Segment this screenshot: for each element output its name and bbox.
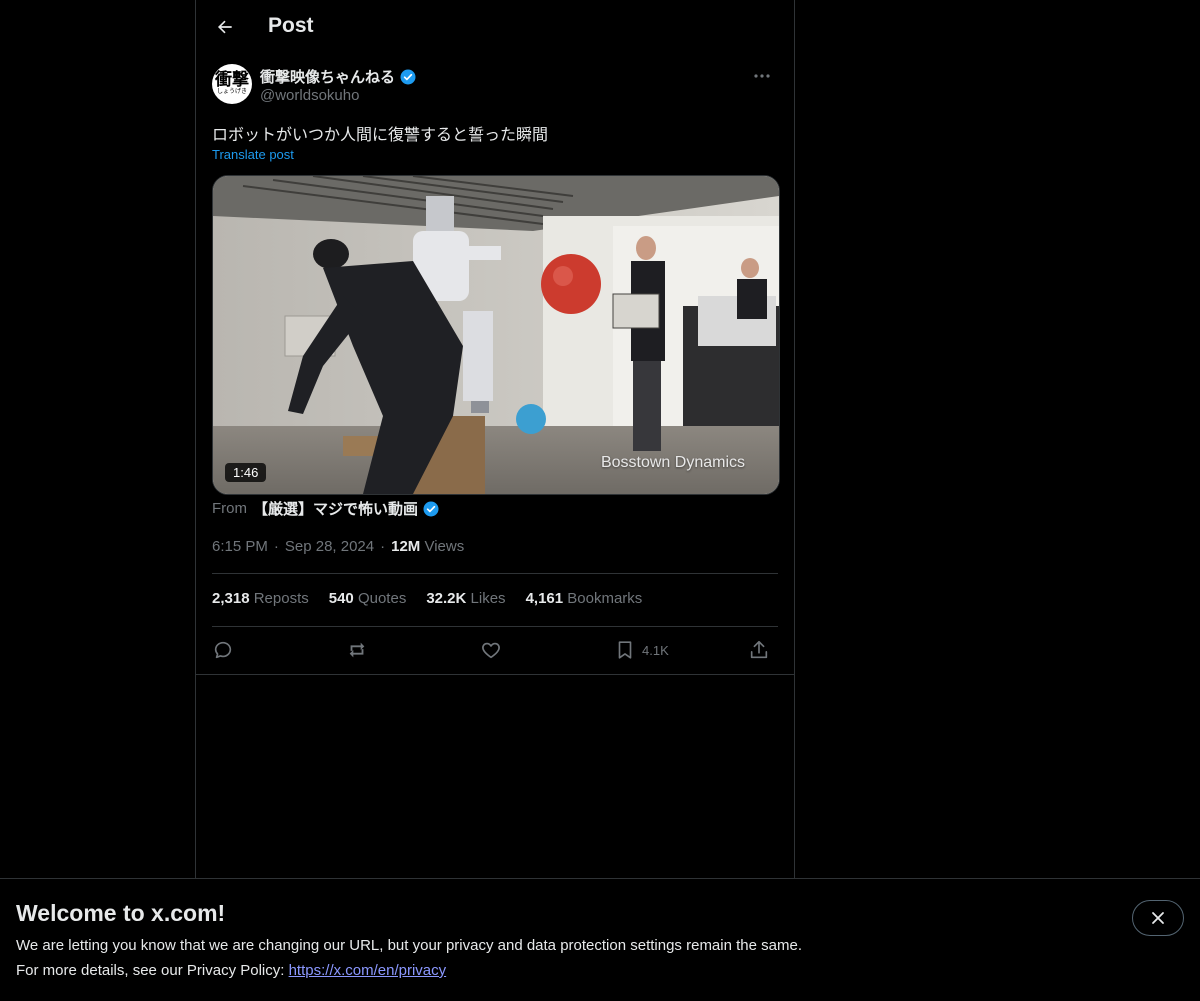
- from-prefix: From: [212, 500, 247, 517]
- avatar-text: 衝撃: [215, 70, 249, 90]
- repost-icon: [349, 642, 365, 658]
- bookmarks-count: 4,161: [525, 590, 564, 607]
- more-horizontal-icon: [754, 74, 770, 78]
- back-button[interactable]: [208, 10, 242, 44]
- main-column: Post 衝撃 しょうげき 衝撃映像ちゃんねる @worldsokuho ロボッ…: [195, 0, 795, 878]
- post-header: Post: [196, 0, 794, 54]
- post-time[interactable]: 6:15 PM: [212, 538, 268, 555]
- banner-privacy-prefix: For more details, see our Privacy Policy…: [16, 962, 289, 979]
- video-watermark: Bosstown Dynamics: [600, 454, 745, 471]
- post-meta: 6:15 PM · Sep 28, 2024 · 12M Views: [212, 538, 464, 555]
- video-duration: 1:46: [225, 463, 267, 482]
- meta-separator: ·: [380, 538, 386, 555]
- author-handle[interactable]: @worldsokuho: [260, 87, 359, 104]
- bookmark-count: 4.1K: [642, 642, 669, 658]
- views-label: Views: [424, 538, 465, 555]
- avatar-subtext: しょうげき: [216, 89, 247, 95]
- source-name[interactable]: 【厳選】マジで怖い動画: [253, 498, 418, 519]
- reposts-label: Reposts: [253, 590, 309, 607]
- post-text: ロボットがいつか人間に復讐すると誓った瞬間: [212, 127, 549, 144]
- banner-close-button[interactable]: [1132, 900, 1184, 936]
- likes-label: Likes: [470, 590, 506, 607]
- quotes-stat[interactable]: 540 Quotes: [329, 590, 407, 607]
- banner-message: We are letting you know that we are chan…: [16, 937, 802, 954]
- reply-icon: [214, 641, 232, 659]
- banner-privacy-line: For more details, see our Privacy Policy…: [16, 962, 446, 979]
- post-bottom-divider: [196, 674, 794, 675]
- divider: [212, 626, 778, 627]
- likes-stat[interactable]: 32.2K Likes: [426, 590, 505, 607]
- banner-title: Welcome to x.com!: [16, 900, 226, 926]
- arrow-left-icon: [217, 20, 232, 34]
- reply-button[interactable]: [212, 632, 234, 668]
- welcome-banner: Welcome to x.com! We are letting you kno…: [0, 878, 1200, 1001]
- more-options-button[interactable]: [746, 64, 778, 88]
- reposts-stat[interactable]: 2,318 Reposts: [212, 590, 309, 607]
- bookmark-icon: [618, 641, 632, 659]
- bookmark-button[interactable]: 4.1K: [614, 632, 669, 668]
- post-stats: 2,318 Reposts 540 Quotes 32.2K Likes 4,1…: [212, 590, 642, 607]
- translate-post-link[interactable]: Translate post: [212, 147, 294, 162]
- source-account[interactable]: 【厳選】マジで怖い動画: [253, 498, 440, 519]
- reposts-count: 2,318: [212, 590, 250, 607]
- heart-icon: [482, 642, 500, 659]
- repost-button[interactable]: [346, 632, 368, 668]
- video-thumbnail: [213, 176, 779, 494]
- divider: [212, 573, 778, 574]
- video-player[interactable]: 1:46 Bosstown Dynamics: [212, 175, 780, 495]
- meta-separator: ·: [273, 538, 279, 555]
- quotes-label: Quotes: [357, 590, 407, 607]
- verified-badge-icon: [400, 69, 416, 84]
- share-icon: [750, 640, 768, 659]
- privacy-policy-link[interactable]: https://x.com/en/privacy: [289, 962, 447, 979]
- author-name-row[interactable]: 衝撃映像ちゃんねる: [260, 66, 417, 87]
- quotes-count: 540: [328, 590, 354, 607]
- likes-count: 32.2K: [426, 590, 467, 607]
- action-bar: 4.1K: [212, 632, 778, 670]
- avatar[interactable]: 衝撃 しょうげき: [212, 64, 252, 104]
- post-date[interactable]: Sep 28, 2024: [285, 538, 374, 555]
- like-button[interactable]: [480, 632, 502, 668]
- bookmarks-label: Bookmarks: [567, 590, 643, 607]
- bookmarks-stat[interactable]: 4,161 Bookmarks: [526, 590, 643, 607]
- page-title: Post: [268, 14, 314, 37]
- post-author: 衝撃 しょうげき 衝撃映像ちゃんねる @worldsokuho: [212, 64, 778, 108]
- video-source: From 【厳選】マジで怖い動画: [212, 498, 440, 519]
- views-count: 12M: [391, 538, 421, 555]
- close-icon: [1152, 912, 1164, 924]
- author-name[interactable]: 衝撃映像ちゃんねる: [260, 66, 395, 87]
- verified-badge-icon: [423, 501, 439, 516]
- share-button[interactable]: [748, 632, 770, 668]
